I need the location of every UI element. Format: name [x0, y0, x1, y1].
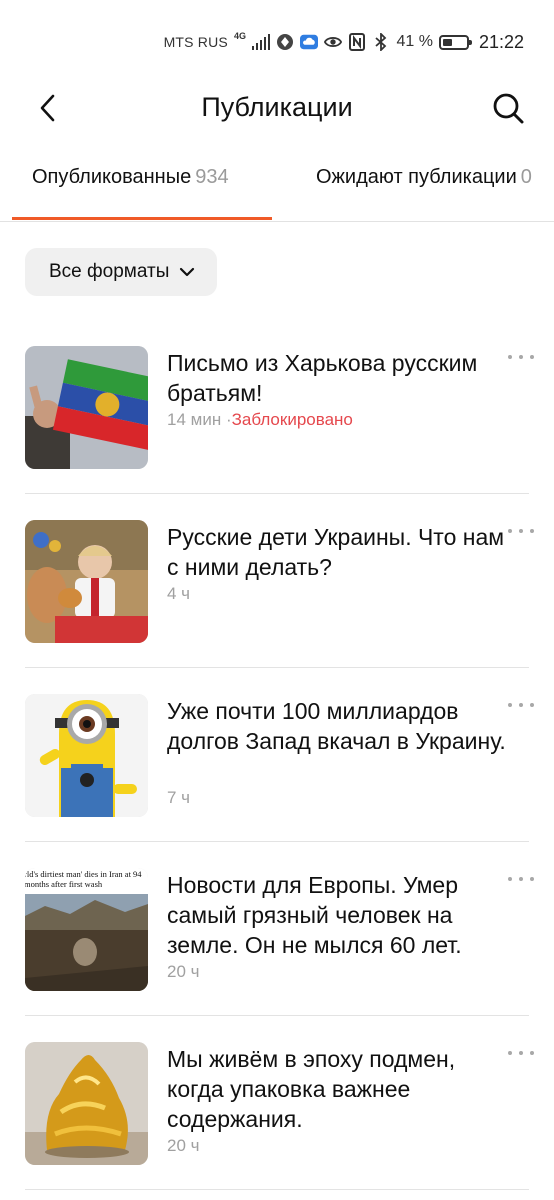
- status-bar: MTS RUS 4G 41 % 21:22: [0, 0, 554, 84]
- chevron-down-icon: [180, 267, 195, 277]
- tab-published[interactable]: Опубликованные 934: [32, 166, 229, 189]
- newspaper-photo-icon: rld's dirtiest man' dies in Iran at 94 m…: [25, 868, 148, 991]
- signal-icon: [251, 34, 271, 50]
- tab-published-count: 934: [195, 166, 229, 188]
- gold-package-photo-icon: [25, 1042, 148, 1165]
- thumb-caption-1: rld's dirtiest man' dies in Iran at 94: [25, 869, 142, 879]
- publication-meta: 4 ч: [167, 584, 190, 604]
- publication-time: 4 ч: [167, 584, 191, 603]
- tab-bar: Опубликованные 934 Ожидают публикации 0: [0, 150, 554, 222]
- publication-item[interactable]: rld's dirtiest man' dies in Iran at 94 m…: [0, 842, 554, 1016]
- format-filter-label: Все форматы: [49, 261, 170, 282]
- publication-item[interactable]: Уже почти 100 миллиардов долгов Запад вк…: [0, 668, 554, 842]
- tab-published-label: Опубликованные: [32, 166, 192, 188]
- network-type-label: 4G: [233, 30, 246, 41]
- publication-item[interactable]: Мы живём в эпоху подмен, когда упаковка …: [0, 1016, 554, 1190]
- page-title: Публикации: [201, 92, 353, 122]
- thumb-caption-2: months after first wash: [25, 879, 103, 889]
- publication-meta: 20 ч: [167, 1136, 200, 1156]
- battery-percent-label: 41 %: [396, 33, 433, 50]
- format-filter-dropdown[interactable]: Все форматы: [25, 248, 218, 296]
- more-options-icon[interactable]: [508, 1046, 534, 1060]
- publication-meta: 7 ч: [167, 788, 190, 808]
- carrier-label: MTS RUS: [163, 34, 228, 50]
- publication-title: Уже почти 100 миллиардов долгов Запад вк…: [167, 698, 506, 754]
- publication-time: 14 мин: [167, 410, 222, 429]
- bluetooth-icon: [372, 33, 390, 51]
- active-tab-indicator: [12, 217, 272, 220]
- more-options-icon[interactable]: [508, 350, 534, 364]
- publication-time: 7 ч: [167, 788, 191, 807]
- minion-photo-icon: [25, 694, 148, 817]
- publication-item[interactable]: Письмо из Харькова русским братьям! 14 м…: [0, 320, 554, 494]
- blocked-status-badge: Заблокировано: [231, 410, 353, 429]
- publication-title: Русские дети Украины. Что нам с ними дел…: [167, 524, 505, 580]
- publication-meta: 20 ч: [167, 962, 200, 982]
- publication-title: Новости для Европы. Умер самый грязный ч…: [167, 872, 462, 958]
- tab-pending-count: 0: [520, 166, 532, 188]
- flag-photo-icon: [25, 346, 148, 469]
- publication-title: Мы живём в эпоху подмен, когда упаковка …: [167, 1046, 456, 1132]
- publication-time: 20 ч: [167, 1136, 200, 1155]
- tab-pending-label: Ожидают публикации: [316, 166, 517, 188]
- more-options-icon[interactable]: [508, 698, 534, 712]
- status-bar-icons: MTS RUS 4G 41 % 21:22: [164, 30, 524, 54]
- more-options-icon[interactable]: [508, 524, 534, 538]
- app-header: Публикации: [0, 84, 554, 132]
- vpn-icon: [276, 33, 294, 51]
- cloud-icon: [300, 33, 319, 51]
- search-icon: [493, 93, 524, 124]
- battery-icon: [438, 34, 472, 50]
- tab-pending[interactable]: Ожидают публикации 0: [316, 166, 532, 189]
- nfc-icon: [348, 33, 366, 51]
- publication-item[interactable]: Русские дети Украины. Что нам с ними дел…: [0, 494, 554, 668]
- child-photo-icon: [25, 520, 148, 643]
- battery-level: [442, 38, 452, 46]
- divider: [25, 1189, 529, 1190]
- search-button[interactable]: [490, 90, 526, 126]
- publication-title: Письмо из Харькова русским братьям!: [167, 350, 478, 406]
- more-options-icon[interactable]: [508, 872, 534, 886]
- eye-icon: [324, 33, 343, 51]
- publications-list: Письмо из Харькова русским братьям! 14 м…: [0, 320, 554, 1190]
- publication-meta: 14 мин ·Заблокировано: [167, 410, 353, 430]
- clock-label: 21:22: [478, 31, 524, 52]
- publication-time: 20 ч: [167, 962, 200, 981]
